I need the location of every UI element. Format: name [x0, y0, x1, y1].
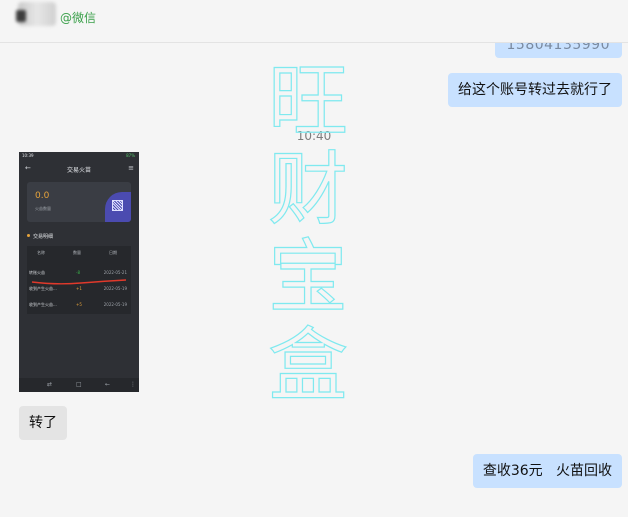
section-title: 交易明细	[27, 233, 53, 240]
home-icon: □	[76, 381, 82, 388]
more-icon: ⋮	[130, 381, 136, 388]
row-name: 转账火苗	[29, 270, 45, 275]
qr-code-icon	[112, 200, 123, 211]
status-time: 10:39	[22, 153, 34, 158]
balance-label: 火苗数量	[35, 206, 51, 211]
row-name: 收到产生火苗...	[29, 286, 57, 291]
row-date: 2022-05-19	[103, 302, 127, 307]
column-header: 名称	[37, 250, 45, 255]
row-date: 2022-05-21	[103, 270, 127, 275]
contact-name-blurred[interactable]	[16, 2, 56, 26]
row-qty: +1	[76, 286, 82, 291]
watermark-char: 财	[267, 143, 348, 236]
message-text: 查收36元 火苗回收	[482, 463, 612, 479]
status-bar: 10:39 87%	[19, 152, 139, 160]
balance-value: 0.0	[35, 191, 50, 201]
column-header: 数量	[73, 250, 81, 255]
message-timestamp: 10:40	[296, 129, 332, 143]
message-bubble-transfer-request[interactable]: 给这个账号转过去就行了	[448, 73, 622, 107]
image-message-screenshot[interactable]: 10:39 87% ← 交易火苗 ≡ 0.0 火苗数量 交易明细 名称 数量 日…	[19, 152, 139, 392]
row-qty: +5	[76, 302, 82, 307]
row-name: 收到产生火苗...	[29, 302, 57, 307]
row-qty: -8	[76, 270, 80, 275]
wechat-tag: @微信	[60, 11, 97, 25]
red-underline-annotation	[31, 279, 127, 285]
column-header: 日期	[109, 250, 117, 255]
row-date: 2022-05-19	[103, 286, 127, 291]
table-row: 收到产生火苗... +5 2022-05-19	[27, 298, 131, 312]
message-text: 给这个账号转过去就行了	[458, 82, 612, 98]
recent-apps-icon: ⇄	[47, 381, 53, 388]
battery-level: 87%	[126, 153, 135, 158]
menu-icon: ≡	[128, 164, 134, 172]
chat-header: @微信	[0, 0, 628, 43]
balance-card: 0.0 火苗数量	[27, 182, 131, 222]
screenshot-title: 交易火苗	[66, 167, 91, 174]
bullet-icon	[27, 234, 30, 237]
section-title-text: 交易明细	[33, 234, 54, 240]
message-text: 转了	[29, 415, 57, 431]
watermark-char: 宝	[267, 231, 348, 324]
message-bubble-reply[interactable]: 转了	[19, 406, 67, 440]
screenshot-nav: ← 交易火苗 ≡	[19, 160, 139, 178]
message-bubble-confirmation[interactable]: 查收36元 火苗回收	[472, 454, 622, 488]
system-nav-bar: ⇄ □ ← ⋮	[19, 378, 139, 392]
watermark-char: 盒	[267, 319, 348, 412]
watermark-overlay: 旺 财 宝 盒	[262, 57, 354, 412]
back-icon: ←	[105, 381, 111, 388]
